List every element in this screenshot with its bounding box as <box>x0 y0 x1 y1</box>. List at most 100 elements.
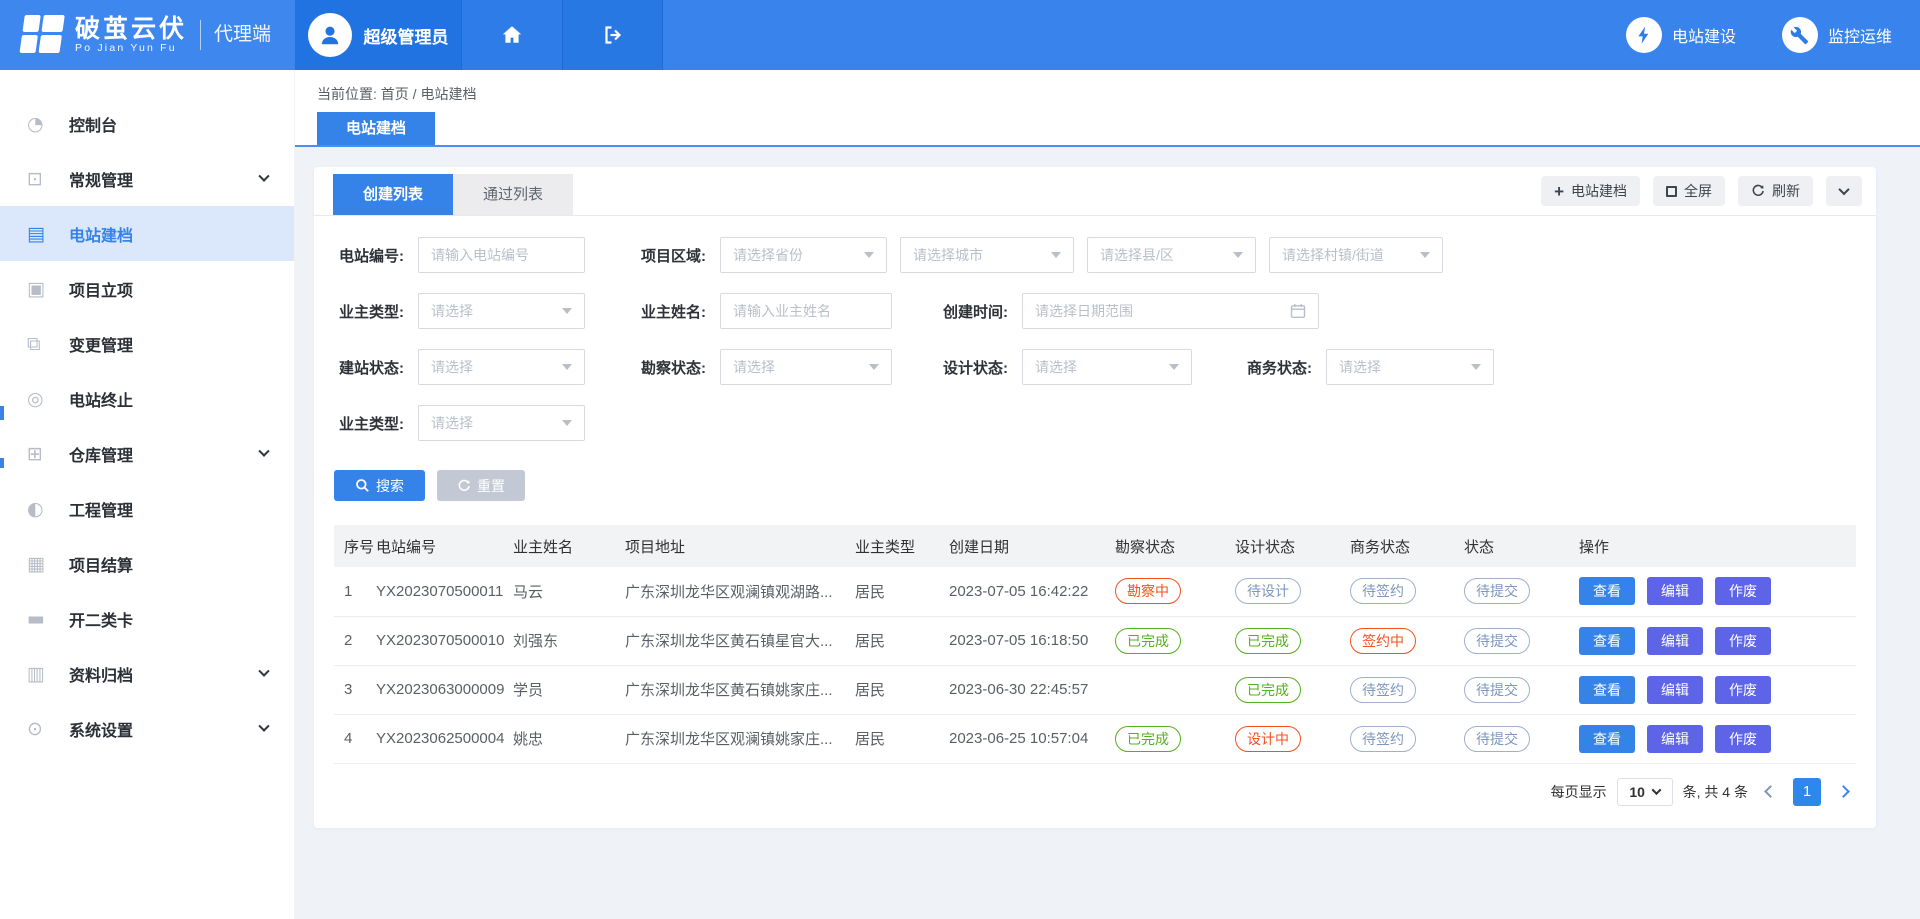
reset-button[interactable]: 重置 <box>437 470 525 501</box>
sidebar-item-电站建档[interactable]: ▤电站建档 <box>0 206 294 261</box>
search-button[interactable]: 搜索 <box>334 470 425 501</box>
sidebar-item-项目立项[interactable]: ▣项目立项 <box>0 261 294 316</box>
nav-label: 监控运维 <box>1828 23 1892 47</box>
breadcrumb-path[interactable]: 首页 / 电站建档 <box>381 86 477 102</box>
station-code: YX2023070500011 <box>376 567 513 616</box>
next-page-button[interactable] <box>1837 785 1850 798</box>
search-icon <box>355 478 370 493</box>
caret-down-icon <box>869 364 879 370</box>
prev-page-button[interactable] <box>1764 785 1777 798</box>
sidebar-item-工程管理[interactable]: ◐ 工程管理 <box>0 481 294 536</box>
edit-button[interactable]: 编辑 <box>1647 725 1703 753</box>
design-status-select[interactable]: 请选择 <box>1022 349 1192 385</box>
void-button[interactable]: 作废 <box>1715 577 1771 605</box>
refresh-button[interactable]: 刷新 <box>1738 176 1813 206</box>
sidebar-item-label: 项目立项 <box>69 277 133 301</box>
sidebar-item-控制台[interactable]: ◔控制台 <box>0 96 294 151</box>
void-button[interactable]: 作废 <box>1715 725 1771 753</box>
home-button[interactable] <box>461 0 562 70</box>
sidebar-item-仓库管理[interactable]: ⊞仓库管理 <box>0 426 294 481</box>
gauge-icon: ◐ <box>27 498 61 520</box>
created-date: 2023-07-05 16:42:22 <box>949 567 1115 616</box>
breadcrumb-prefix: 当前位置: <box>317 86 377 102</box>
sidebar-item-label: 工程管理 <box>69 497 133 521</box>
sidebar-item-label: 系统设置 <box>69 717 133 741</box>
township-select[interactable]: 请选择村镇/街道 <box>1269 237 1443 273</box>
county-select[interactable]: 请选择县/区 <box>1087 237 1256 273</box>
per-page-select[interactable]: 10 <box>1617 778 1673 806</box>
sidebar-item-电站终止[interactable]: ◎电站终止 <box>0 371 294 426</box>
brand: 破茧云伏 Po Jian Yun Fu 代理端 <box>0 0 295 70</box>
main-area: 当前位置: 首页 / 电站建档 电站建档 创建列表 通过列表 + 电站建档 <box>295 70 1920 919</box>
caret-down-icon <box>562 308 572 314</box>
col-owner-type: 业主类型 <box>855 525 949 567</box>
province-select[interactable]: 请选择省份 <box>720 237 887 273</box>
nav-monitor-ops[interactable]: 监控运维 <box>1782 17 1892 53</box>
add-station-button[interactable]: + 电站建档 <box>1541 176 1640 206</box>
filter-row-2: 业主类型: 请选择 业主姓名: 创建时间: 请选择日期范围 <box>334 293 1876 329</box>
logout-button[interactable] <box>562 0 663 70</box>
owner-type: 居民 <box>855 567 949 616</box>
design-status-label: 设计状态: <box>938 357 1008 378</box>
sidebar-item-资料归档[interactable]: ▥资料归档 <box>0 646 294 701</box>
survey-status-select[interactable]: 请选择 <box>720 349 892 385</box>
void-button[interactable]: 作废 <box>1715 627 1771 655</box>
project-address: 广东深圳龙华区黄石镇姚家庄... <box>625 665 855 714</box>
logo-title: 破茧云伏 <box>75 16 187 42</box>
date-range-input[interactable]: 请选择日期范围 <box>1022 293 1319 329</box>
table-row: 1YX2023070500011马云广东深圳龙华区观澜镇观湖路...居民2023… <box>334 567 1856 616</box>
owner-type-select[interactable]: 请选择 <box>418 293 585 329</box>
sidebar-item-变更管理[interactable]: ⧉变更管理 <box>0 316 294 371</box>
view-button[interactable]: 查看 <box>1579 577 1635 605</box>
station-code: YX2023062500004 <box>376 714 513 763</box>
collapse-button[interactable] <box>1826 176 1862 206</box>
actions-cell: 查看编辑作废 <box>1579 665 1856 714</box>
edit-button[interactable]: 编辑 <box>1647 577 1703 605</box>
tab-passed-list[interactable]: 通过列表 <box>453 174 573 215</box>
view-button[interactable]: 查看 <box>1579 676 1635 704</box>
caret-down-icon <box>562 364 572 370</box>
business-status-cell: 待签约 <box>1350 714 1464 763</box>
owner-type: 居民 <box>855 665 949 714</box>
logo-icon <box>19 15 67 55</box>
page-number[interactable]: 1 <box>1793 778 1821 806</box>
owner-name-input[interactable] <box>720 293 892 329</box>
status-cell: 待提交 <box>1464 714 1579 763</box>
view-button[interactable]: 查看 <box>1579 725 1635 753</box>
sidebar-item-系统设置[interactable]: ⊙系统设置 <box>0 701 294 756</box>
nav-station-construction[interactable]: 电站建设 <box>1626 17 1736 53</box>
business-status-label: 商务状态: <box>1242 357 1312 378</box>
tab-create-list[interactable]: 创建列表 <box>333 174 453 215</box>
edit-button[interactable]: 编辑 <box>1647 676 1703 704</box>
project-address: 广东深圳龙华区黄石镇星官大... <box>625 616 855 665</box>
fullscreen-button[interactable]: 全屏 <box>1653 176 1725 206</box>
sidebar-item-项目结算[interactable]: ▦项目结算 <box>0 536 294 591</box>
build-status-select[interactable]: 请选择 <box>418 349 585 385</box>
owner-type2-select[interactable]: 请选择 <box>418 405 585 441</box>
edit-button[interactable]: 编辑 <box>1647 627 1703 655</box>
business-status-select[interactable]: 请选择 <box>1326 349 1494 385</box>
user-menu[interactable]: 超级管理员 <box>295 0 461 70</box>
reset-icon <box>457 479 471 493</box>
col-status: 状态 <box>1464 525 1579 567</box>
status-badge: 待提交 <box>1464 578 1530 604</box>
status-badge: 待签约 <box>1350 578 1416 604</box>
project-region-label: 项目区域: <box>636 245 706 266</box>
card-header: 创建列表 通过列表 + 电站建档 全屏 <box>314 167 1876 216</box>
view-button[interactable]: 查看 <box>1579 627 1635 655</box>
business-status-cell: 待签约 <box>1350 567 1464 616</box>
wrench-icon <box>1782 17 1818 53</box>
plus-icon: + <box>1554 183 1564 200</box>
void-button[interactable]: 作废 <box>1715 676 1771 704</box>
station-code-input[interactable] <box>418 237 585 273</box>
owner-name: 马云 <box>513 567 625 616</box>
city-select[interactable]: 请选择城市 <box>900 237 1074 273</box>
sidebar-item-开二类卡[interactable]: ▬开二类卡 <box>0 591 294 646</box>
col-business-status: 商务状态 <box>1350 525 1464 567</box>
sidebar-item-label: 常规管理 <box>69 167 133 191</box>
sidebar-item-常规管理[interactable]: ⊡常规管理 <box>0 151 294 206</box>
card-icon: ▬ <box>27 608 61 630</box>
caret-down-icon <box>1651 785 1661 795</box>
col-created-date: 创建日期 <box>949 525 1115 567</box>
page-tab[interactable]: 电站建档 <box>317 112 435 145</box>
